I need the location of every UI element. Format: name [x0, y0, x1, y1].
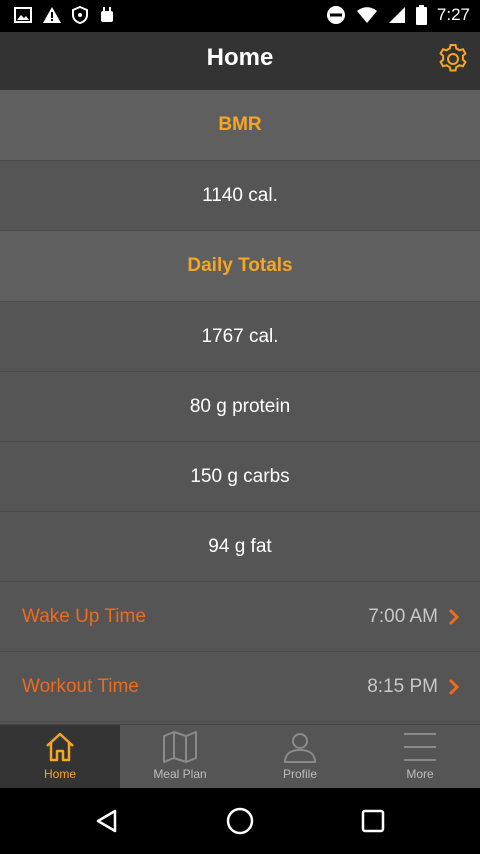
shield-icon: [72, 6, 88, 24]
nav-more[interactable]: More: [360, 725, 480, 789]
bmr-header: BMR: [0, 90, 480, 161]
fat-value: 94 g fat: [208, 535, 272, 557]
app-header: Home: [0, 32, 480, 90]
signal-icon: [388, 7, 405, 23]
bmr-title: BMR: [218, 114, 262, 135]
workout-time-label: Workout Time: [22, 675, 139, 697]
dnd-icon: [326, 6, 345, 24]
bottom-nav: Home Meal Plan Profile More: [0, 724, 480, 789]
status-time: 7:27: [436, 5, 470, 24]
settings-button[interactable]: [436, 42, 470, 76]
menu-icon: [404, 733, 436, 761]
calories-row: 1767 cal.: [0, 302, 480, 372]
carbs-value: 150 g carbs: [190, 465, 290, 487]
nav-profile-label: Profile: [282, 767, 317, 781]
daily-totals-title: Daily Totals: [187, 255, 293, 276]
alert-icon: [43, 7, 61, 23]
chevron-right-icon: [448, 608, 460, 625]
nav-meal-plan[interactable]: Meal Plan: [120, 725, 240, 789]
gear-icon: [439, 44, 467, 72]
wake-up-time-label: Wake Up Time: [22, 605, 146, 627]
carbs-row: 150 g carbs: [0, 442, 480, 512]
protein-value: 80 g protein: [189, 395, 291, 417]
nav-more-label: More: [406, 767, 434, 781]
gallery-icon: [14, 7, 32, 23]
chevron-right-icon: [448, 678, 460, 695]
home-content: BMR 1140 cal. Daily Totals 1767 cal. 80 …: [0, 90, 480, 724]
page-title: Home: [206, 44, 274, 71]
fat-row: 94 g fat: [0, 512, 480, 582]
nav-home[interactable]: Home: [0, 725, 120, 789]
home-circle-icon[interactable]: [225, 806, 255, 836]
calories-value: 1767 cal.: [201, 325, 279, 347]
nav-meal-plan-label: Meal Plan: [153, 767, 207, 781]
recents-icon[interactable]: [358, 806, 388, 836]
home-icon: [46, 732, 74, 762]
bmr-value-row: 1140 cal.: [0, 161, 480, 231]
protein-row: 80 g protein: [0, 372, 480, 442]
nav-profile[interactable]: Profile: [240, 725, 360, 789]
workout-time-value: 8:15 PM: [367, 675, 438, 697]
wake-up-time-row[interactable]: Wake Up Time 7:00 AM: [0, 582, 480, 652]
bmr-value: 1140 cal.: [202, 184, 278, 206]
map-icon: [163, 731, 197, 763]
nav-home-label: Home: [43, 767, 76, 781]
battery-icon: [415, 5, 427, 25]
status-bar: 7:27: [0, 0, 480, 32]
daily-totals-header: Daily Totals: [0, 231, 480, 302]
system-nav-bar: [0, 788, 480, 854]
wifi-icon: [356, 7, 377, 23]
workout-time-row[interactable]: Workout Time 8:15 PM: [0, 652, 480, 722]
back-icon[interactable]: [92, 806, 122, 836]
user-icon: [283, 733, 317, 763]
android-icon: [101, 7, 113, 22]
wake-up-time-value: 7:00 AM: [368, 605, 438, 627]
